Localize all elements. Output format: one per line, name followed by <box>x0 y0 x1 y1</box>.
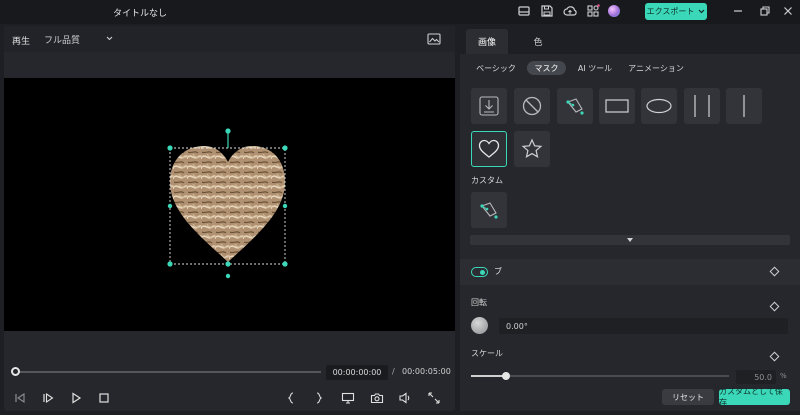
double-line-icon <box>690 93 714 119</box>
mask-preview[interactable] <box>160 124 296 280</box>
mask-double-line-tile[interactable] <box>684 88 720 124</box>
mask-rectangle-tile[interactable] <box>599 88 635 124</box>
subtab-basic[interactable]: ベーシック <box>474 61 518 75</box>
subtab-label: ベーシック <box>476 63 516 73</box>
chevron-down-icon <box>698 9 705 14</box>
scale-value: 50.0 <box>754 372 772 382</box>
mark-out-icon[interactable] <box>312 391 326 405</box>
prev-frame-icon[interactable] <box>13 391 27 405</box>
mask-heart-tile[interactable] <box>471 131 507 167</box>
play-label: 再生 <box>12 37 31 47</box>
mask-star-tile[interactable] <box>514 131 550 167</box>
tab-color[interactable]: 色 <box>523 29 553 54</box>
star-icon <box>521 138 543 160</box>
none-icon <box>521 95 543 117</box>
scale-unit: % <box>780 372 787 380</box>
subtab-label: マスク <box>534 63 559 73</box>
avatar[interactable] <box>608 5 620 17</box>
stop-icon[interactable] <box>97 391 111 405</box>
restore-icon[interactable] <box>758 4 772 18</box>
subtab-label: アニメーション <box>628 63 684 73</box>
export-button[interactable]: エクスポート <box>645 3 707 20</box>
mark-in-icon[interactable] <box>284 391 298 405</box>
mask-none-tile[interactable] <box>514 88 550 124</box>
play-icon[interactable] <box>69 391 83 405</box>
save-as-custom-label: カスタムとして保存 <box>719 387 783 407</box>
subtab-ai-tools[interactable]: AI ツール <box>576 61 614 75</box>
quality-value: フル品質 <box>44 35 81 46</box>
tab-label: 画像 <box>477 38 496 48</box>
caret-down-icon <box>627 238 633 242</box>
total-time: 00:00:05:00 <box>402 367 451 376</box>
toggle-knob <box>480 269 485 275</box>
snapshot-icon[interactable] <box>427 33 441 45</box>
reset-label: リセット <box>672 392 704 402</box>
volume-icon[interactable] <box>398 391 412 405</box>
tab-bar <box>460 26 800 54</box>
properties-panel <box>460 26 800 411</box>
timeline-track[interactable] <box>15 371 321 373</box>
timeline-playhead[interactable] <box>11 367 20 376</box>
display-icon[interactable] <box>341 391 355 405</box>
feather-label: ブ <box>494 267 502 276</box>
reset-button[interactable]: リセット <box>662 389 714 405</box>
mask-pen-tile[interactable] <box>557 88 593 124</box>
pen-icon <box>564 95 586 117</box>
import-icon <box>478 95 500 117</box>
subtab-animation[interactable]: アニメーション <box>628 61 684 75</box>
heart-mask-shape <box>170 146 285 262</box>
close-icon[interactable] <box>781 4 795 18</box>
scale-input[interactable]: 50.0 <box>736 370 776 384</box>
minimize-icon[interactable] <box>731 4 745 18</box>
fullscreen-icon[interactable] <box>427 391 441 405</box>
layout-icon[interactable] <box>517 4 531 18</box>
next-frame-icon[interactable] <box>41 391 55 405</box>
feather-row <box>460 259 800 285</box>
camera-icon[interactable] <box>370 391 384 405</box>
save-as-custom-button[interactable]: カスタムとして保存 <box>719 387 790 407</box>
mask-import-tile[interactable] <box>471 88 507 124</box>
scale-slider-fill <box>471 375 506 377</box>
scale-slider-knob[interactable] <box>502 372 510 380</box>
current-time[interactable]: 00:00:00:00 <box>326 365 388 380</box>
cloud-upload-icon[interactable] <box>563 4 577 18</box>
tab-image[interactable]: 画像 <box>466 29 508 54</box>
heart-icon <box>478 139 500 159</box>
scale-label: スケール <box>471 349 503 358</box>
rotate-label: 回転 <box>471 298 487 307</box>
pen-icon <box>478 199 500 221</box>
rotate-handle <box>225 128 231 134</box>
rotate-value: 0.00° <box>506 321 528 331</box>
save-icon[interactable] <box>540 4 554 18</box>
rectangle-icon <box>605 98 629 114</box>
single-line-icon <box>732 93 756 119</box>
export-label: エクスポート <box>646 7 695 16</box>
tab-label: 色 <box>533 38 543 48</box>
custom-mask-tile[interactable] <box>471 192 507 228</box>
custom-section-label: カスタム <box>471 176 503 185</box>
mask-ellipse-tile[interactable] <box>641 88 677 124</box>
rotate-input[interactable]: 0.00° <box>499 318 788 334</box>
ellipse-icon <box>646 98 672 114</box>
subtab-mask[interactable]: マスク <box>527 61 566 75</box>
mask-single-line-tile[interactable] <box>726 88 762 124</box>
apps-icon[interactable] <box>586 4 600 18</box>
app-title: タイトルなし <box>113 9 168 19</box>
time-separator: / <box>392 367 395 376</box>
subtab-label: AI ツール <box>577 63 613 73</box>
chevron-down-icon <box>106 36 113 41</box>
rotate-dial[interactable] <box>471 317 488 334</box>
